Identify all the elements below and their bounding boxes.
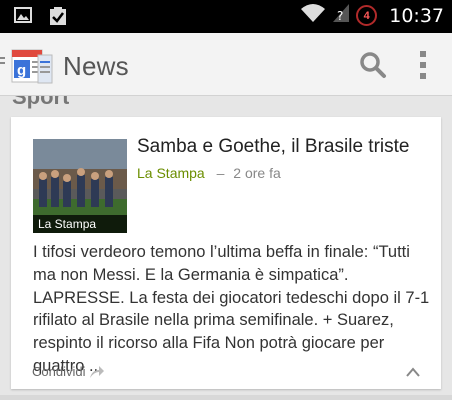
signal-no-sim-icon: ? [332, 3, 350, 28]
next-card-edge [0, 395, 452, 400]
thumbnail-caption: La Stampa [33, 215, 127, 233]
google-news-app-icon[interactable]: g [10, 47, 54, 85]
clipboard-check-icon [48, 6, 68, 31]
share-arrow-icon [90, 365, 105, 378]
collapse-button[interactable] [405, 365, 421, 379]
section-title: Sport [12, 96, 70, 109]
article-time: 2 ore fa [233, 165, 281, 181]
svg-text:g: g [17, 62, 26, 79]
card-footer: Condividi [11, 357, 441, 389]
article-card[interactable]: La Stampa Samba e Goethe, il Brasile tri… [11, 117, 441, 389]
status-bar: ? 4 10:37 [0, 0, 452, 33]
meta-separator: – [216, 165, 225, 181]
article-meta: La Stampa – 2 ore fa [137, 165, 281, 181]
article-source[interactable]: La Stampa [137, 165, 205, 181]
article-thumbnail[interactable]: La Stampa [33, 139, 127, 233]
image-notification-icon [14, 6, 32, 31]
search-icon [360, 52, 386, 78]
share-button[interactable]: Condividi [32, 364, 105, 379]
app-title: News [63, 51, 129, 81]
notification-count-badge: 4 [356, 5, 378, 26]
clock: 10:37 [389, 4, 444, 27]
drawer-indicator-icon[interactable] [0, 57, 5, 71]
svg-text:?: ? [337, 9, 343, 23]
chevron-up-icon [406, 367, 420, 377]
action-bar: g News [0, 33, 452, 96]
overflow-menu-button[interactable] [412, 49, 434, 81]
share-label: Condividi [32, 364, 86, 379]
wifi-icon [300, 3, 326, 28]
article-headline[interactable]: Samba e Goethe, il Brasile triste [137, 135, 437, 159]
search-button[interactable] [358, 50, 388, 80]
